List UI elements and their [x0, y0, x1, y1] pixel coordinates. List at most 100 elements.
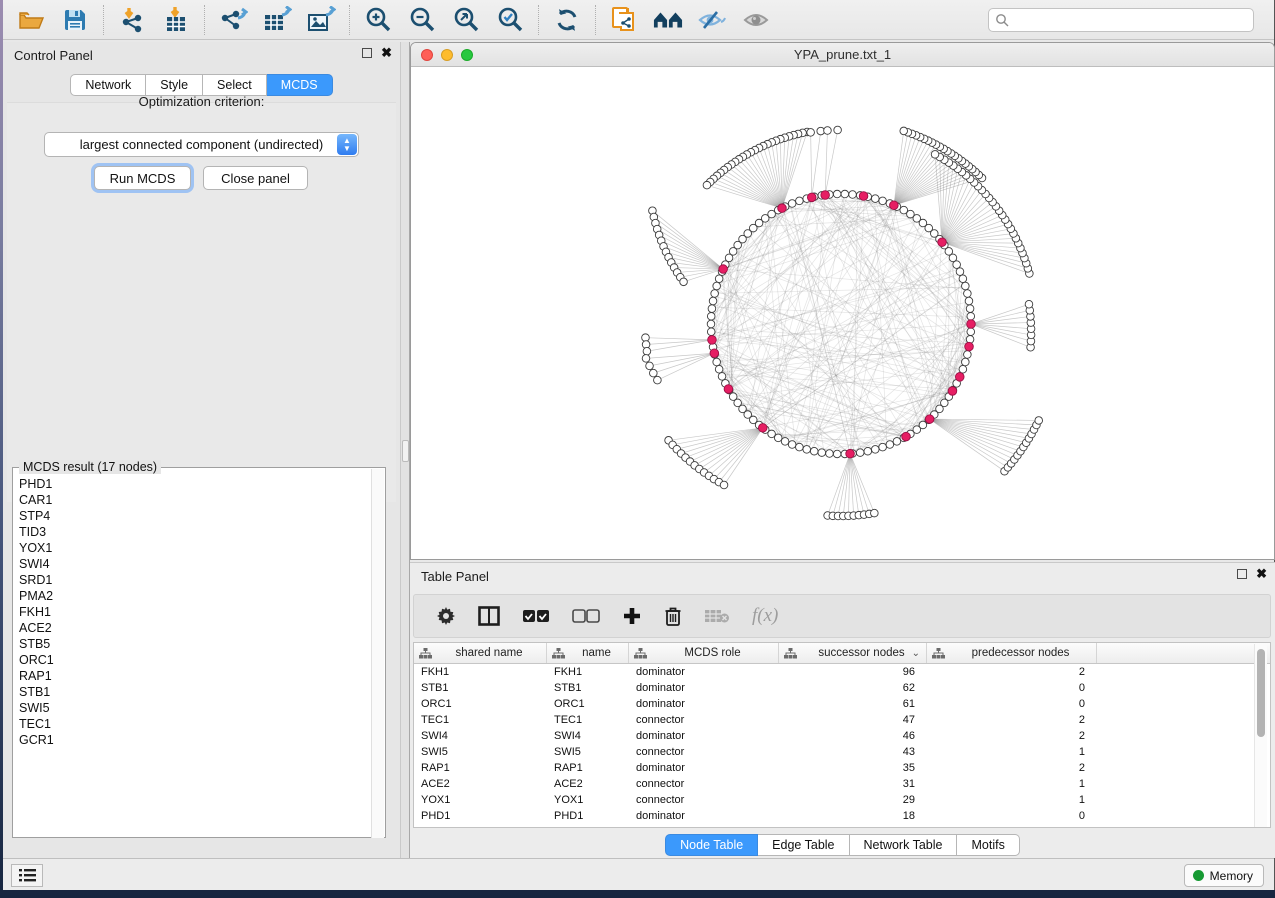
- close-panel-icon[interactable]: ✖: [381, 48, 392, 58]
- main-toolbar: [3, 0, 1274, 40]
- table-tab-motifs[interactable]: Motifs: [957, 834, 1019, 856]
- table-row[interactable]: ORC1ORC1dominator610: [414, 696, 1270, 712]
- table-panel: Table Panel ✖: [410, 562, 1275, 858]
- export-network-button[interactable]: [218, 6, 248, 34]
- close-panel-button[interactable]: Close panel: [203, 166, 308, 190]
- result-node-item[interactable]: GCR1: [19, 732, 54, 748]
- zoom-out-button[interactable]: [407, 6, 437, 34]
- run-mcds-button[interactable]: Run MCDS: [94, 166, 191, 190]
- close-panel-label: Close panel: [221, 171, 290, 186]
- network-window-titlebar[interactable]: YPA_prune.txt_1: [411, 43, 1274, 67]
- show-all-button[interactable]: [741, 6, 771, 34]
- tab-network[interactable]: Network: [70, 74, 146, 96]
- column-header-label: predecessor nodes: [945, 647, 1096, 659]
- result-node-item[interactable]: PMA2: [19, 588, 54, 604]
- table-scrollbar[interactable]: [1254, 644, 1267, 827]
- float-panel-icon[interactable]: [362, 48, 372, 58]
- result-node-item[interactable]: ORC1: [19, 652, 54, 668]
- column-header-MCDS-role[interactable]: MCDS role: [629, 643, 779, 663]
- result-node-item[interactable]: RAP1: [19, 668, 54, 684]
- table-row[interactable]: SWI5SWI5connector431: [414, 744, 1270, 760]
- column-header-name[interactable]: name: [547, 643, 629, 663]
- export-image-button[interactable]: [306, 6, 336, 34]
- result-node-item[interactable]: STP4: [19, 508, 54, 524]
- tab-select[interactable]: Select: [203, 74, 267, 96]
- import-table-button[interactable]: [161, 6, 191, 34]
- result-node-item[interactable]: YOX1: [19, 540, 54, 556]
- result-node-item[interactable]: ACE2: [19, 620, 54, 636]
- zoom-fit-button[interactable]: [451, 6, 481, 34]
- save-session-button[interactable]: [60, 6, 90, 34]
- mcds-result-list[interactable]: PHD1CAR1STP4TID3YOX1SWI4SRD1PMA2FKH1ACE2…: [19, 476, 54, 748]
- result-node-item[interactable]: STB5: [19, 636, 54, 652]
- result-node-item[interactable]: PHD1: [19, 476, 54, 492]
- column-header-successor-nodes[interactable]: successor nodes⌄: [779, 643, 927, 663]
- result-node-item[interactable]: SWI5: [19, 700, 54, 716]
- memory-button[interactable]: Memory: [1184, 864, 1264, 887]
- table-cell: 2: [927, 762, 1097, 774]
- memory-status-icon: [1193, 870, 1204, 881]
- apply-layout-button[interactable]: [552, 6, 582, 34]
- result-node-item[interactable]: CAR1: [19, 492, 54, 508]
- deselect-all-button[interactable]: [572, 609, 600, 623]
- table-cell: RAP1: [547, 762, 629, 774]
- open-file-button[interactable]: [16, 6, 46, 34]
- tab-mcds[interactable]: MCDS: [267, 74, 333, 96]
- table-row[interactable]: ACE2ACE2connector311: [414, 776, 1270, 792]
- table-cell: 0: [927, 698, 1097, 710]
- result-node-item[interactable]: SWI4: [19, 556, 54, 572]
- column-header-predecessor-nodes[interactable]: predecessor nodes: [927, 643, 1097, 663]
- table-scrollbar-thumb[interactable]: [1257, 649, 1265, 737]
- table-tab-edge-table[interactable]: Edge Table: [758, 834, 849, 856]
- table-cell: 29: [779, 794, 927, 806]
- delete-column-button[interactable]: [664, 606, 682, 627]
- float-table-panel-icon[interactable]: [1237, 569, 1247, 579]
- result-node-item[interactable]: SRD1: [19, 572, 54, 588]
- table-tab-network-table[interactable]: Network Table: [850, 834, 958, 856]
- result-node-item[interactable]: STB1: [19, 684, 54, 700]
- attribute-icon: [552, 648, 565, 659]
- clone-network-button[interactable]: [609, 6, 639, 34]
- table-row[interactable]: STB1STB1dominator620: [414, 680, 1270, 696]
- hide-selected-button[interactable]: [697, 6, 727, 34]
- table-cell: SWI5: [414, 746, 547, 758]
- table-cell: connector: [629, 794, 779, 806]
- table-cell: RAP1: [414, 762, 547, 774]
- zoom-in-button[interactable]: [363, 6, 393, 34]
- zoom-out-icon: [408, 6, 436, 34]
- import-network-button[interactable]: [117, 6, 147, 34]
- column-layout-button[interactable]: [478, 606, 500, 626]
- table-row[interactable]: PHD1PHD1dominator180: [414, 808, 1270, 824]
- table-row[interactable]: SWI4SWI4dominator462: [414, 728, 1270, 744]
- table-row[interactable]: YOX1YOX1connector291: [414, 792, 1270, 808]
- network-graph-canvas[interactable]: [411, 67, 1275, 560]
- search-input[interactable]: [988, 8, 1254, 32]
- result-node-item[interactable]: FKH1: [19, 604, 54, 620]
- table-cell: 1: [927, 746, 1097, 758]
- settings-gear-button[interactable]: [436, 606, 456, 626]
- criterion-select[interactable]: largest connected component (undirected)…: [44, 132, 359, 157]
- zoom-selected-button[interactable]: [495, 6, 525, 34]
- column-header-shared-name[interactable]: shared name: [414, 643, 547, 663]
- table-row[interactable]: FKH1FKH1dominator962: [414, 664, 1270, 680]
- tab-style[interactable]: Style: [146, 74, 203, 96]
- search-icon: [995, 13, 1010, 28]
- splitter-handle[interactable]: [402, 440, 409, 462]
- close-table-panel-icon[interactable]: ✖: [1256, 569, 1267, 579]
- table-row[interactable]: TEC1TEC1connector472: [414, 712, 1270, 728]
- vertical-splitter[interactable]: [400, 42, 410, 858]
- result-scrollbar[interactable]: [371, 469, 384, 838]
- select-all-button[interactable]: [522, 609, 550, 623]
- first-neighbors-button[interactable]: [653, 6, 683, 34]
- export-table-button[interactable]: [262, 6, 292, 34]
- result-node-item[interactable]: TEC1: [19, 716, 54, 732]
- table-row[interactable]: RAP1RAP1dominator352: [414, 760, 1270, 776]
- show-panels-button[interactable]: [11, 864, 43, 887]
- result-node-item[interactable]: TID3: [19, 524, 54, 540]
- unchecked-checkboxes-icon: [572, 609, 600, 623]
- add-column-button[interactable]: [622, 606, 642, 626]
- network-window-title: YPA_prune.txt_1: [411, 47, 1274, 62]
- table-cell: 0: [927, 810, 1097, 822]
- table-tab-node-table[interactable]: Node Table: [665, 834, 758, 856]
- column-header-label: shared name: [432, 647, 546, 659]
